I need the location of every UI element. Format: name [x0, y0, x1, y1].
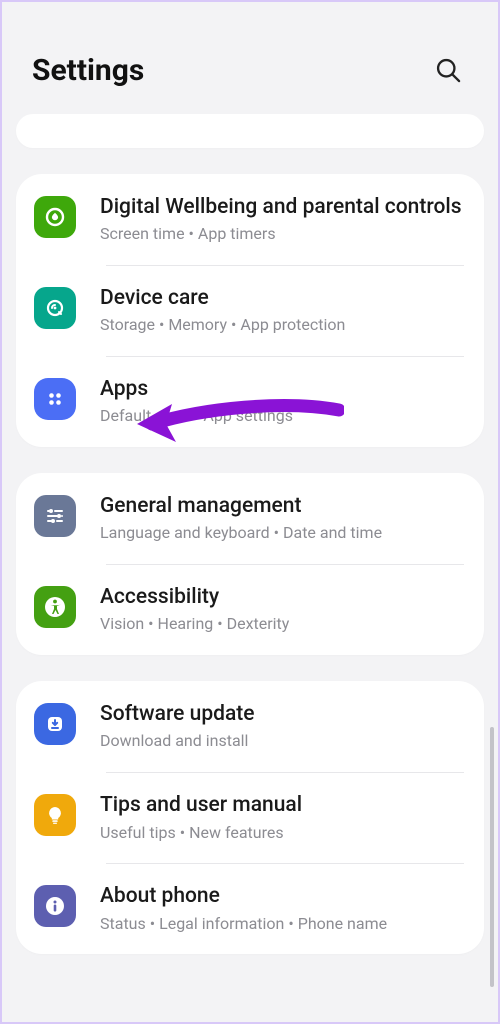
item-title: Device care: [100, 285, 462, 311]
settings-item-about[interactable]: About phone Status • Legal information •…: [16, 863, 484, 954]
about-icon: [34, 885, 76, 927]
settings-group: General management Language and keyboard…: [16, 473, 484, 655]
settings-group: Digital Wellbeing and parental controls …: [16, 174, 484, 447]
tips-icon: [34, 794, 76, 836]
page-title: Settings: [32, 53, 144, 88]
settings-item-tips[interactable]: Tips and user manual Useful tips • New f…: [16, 772, 484, 863]
item-title: Tips and user manual: [100, 792, 462, 818]
search-button[interactable]: [428, 50, 468, 90]
item-title: About phone: [100, 883, 462, 909]
search-icon: [434, 56, 462, 84]
item-subtitle: Language and keyboard • Date and time: [100, 523, 462, 544]
settings-item-devicecare[interactable]: Device care Storage • Memory • App prote…: [16, 265, 484, 356]
settings-item-general[interactable]: General management Language and keyboard…: [16, 473, 484, 564]
settings-item-wellbeing[interactable]: Digital Wellbeing and parental controls …: [16, 174, 484, 265]
item-title: Apps: [100, 376, 462, 402]
settings-item-software[interactable]: Software update Download and install: [16, 681, 484, 772]
apps-icon: [34, 378, 76, 420]
header: Settings: [2, 2, 498, 114]
item-subtitle: Status • Legal information • Phone name: [100, 914, 462, 935]
previous-card-stub: [16, 114, 484, 148]
software-update-icon: [34, 703, 76, 745]
devicecare-icon: [34, 287, 76, 329]
settings-screen: Settings Digital Wellbeing and parental …: [2, 2, 498, 1022]
item-subtitle: Screen time • App timers: [100, 224, 462, 245]
scrollbar[interactable]: [490, 727, 494, 987]
item-subtitle: Useful tips • New features: [100, 823, 462, 844]
settings-item-accessibility[interactable]: Accessibility Vision • Hearing • Dexteri…: [16, 564, 484, 655]
general-icon: [34, 495, 76, 537]
item-title: Digital Wellbeing and parental controls: [100, 194, 462, 220]
item-title: Accessibility: [100, 584, 462, 610]
accessibility-icon: [34, 586, 76, 628]
settings-item-apps[interactable]: Apps Default apps • App settings: [16, 356, 484, 447]
item-subtitle: Default apps • App settings: [100, 406, 462, 427]
wellbeing-icon: [34, 196, 76, 238]
item-title: General management: [100, 493, 462, 519]
item-subtitle: Storage • Memory • App protection: [100, 315, 462, 336]
settings-group: Software update Download and install Tip…: [16, 681, 484, 954]
item-subtitle: Vision • Hearing • Dexterity: [100, 614, 462, 635]
item-title: Software update: [100, 701, 462, 727]
item-subtitle: Download and install: [100, 731, 462, 752]
